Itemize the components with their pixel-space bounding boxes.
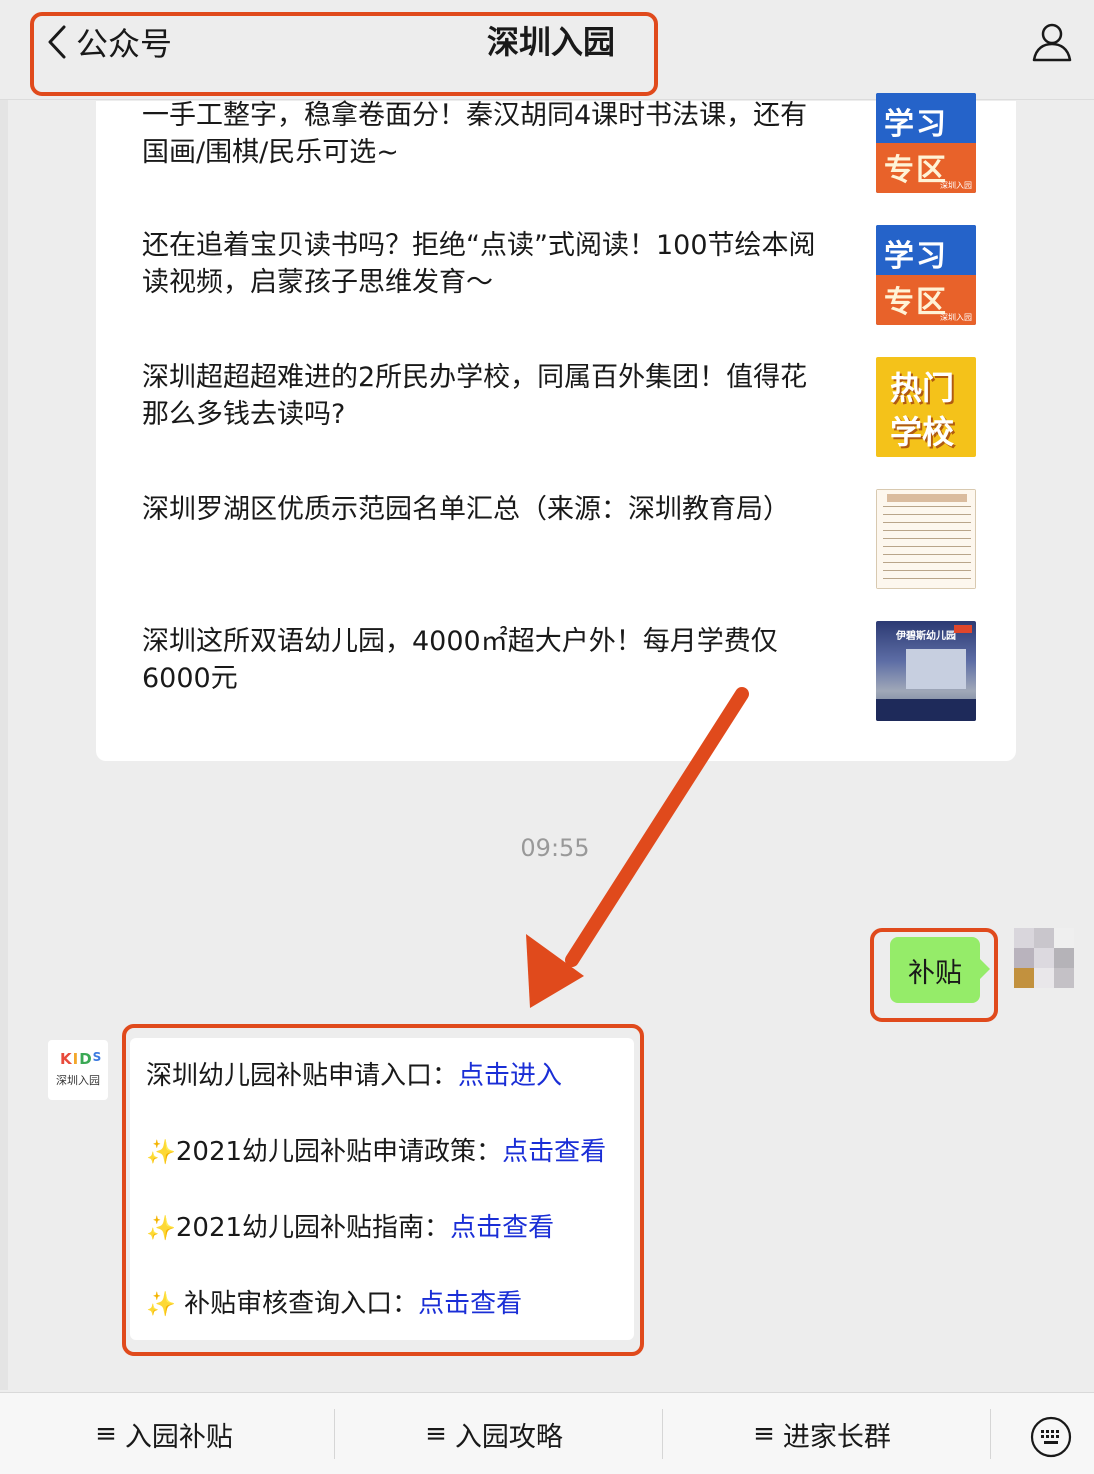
menu-item-guide[interactable]: ≡ 入园攻略	[330, 1393, 658, 1474]
thumbnail-text: 学习	[884, 239, 948, 274]
thumbnail-text: 专区	[884, 285, 948, 320]
article-title: 深圳这所双语幼儿园，4000㎡超大户外！每月学费仅6000元	[142, 626, 778, 694]
article-item[interactable]: 还在追着宝贝读书吗？拒绝“点读”式阅读！100节绘本阅读视频，启蒙孩子思维发育～…	[142, 225, 976, 325]
back-button[interactable]: 公众号	[46, 22, 173, 63]
menu-divider	[990, 1409, 991, 1459]
thumbnail-text: 热门	[890, 369, 955, 407]
apply-entry-link[interactable]: 点击进入	[458, 1061, 562, 1091]
reply-line: ✨2021幼儿园补贴申请政策：点击查看	[146, 1132, 606, 1172]
menu-icon: ≡	[753, 1419, 775, 1449]
sparkles-icon: ✨	[146, 1214, 176, 1242]
thumbnail-text: 学习	[884, 107, 948, 142]
reply-text: 补贴审核查询入口：	[175, 1289, 419, 1319]
keyboard-icon	[1030, 1416, 1072, 1458]
chevron-left-icon	[48, 25, 66, 59]
article-title: 深圳罗湖区优质示范园名单汇总（来源：深圳教育局）	[142, 494, 790, 525]
menu-icon: ≡	[95, 1419, 117, 1449]
article-title: 一手工整字，稳拿卷面分！秦汉胡同4课时书法课，还有国画/围棋/民乐可选~	[142, 100, 808, 168]
article-thumbnail: 学习 专区 深圳入园	[876, 225, 976, 325]
menu-item-label: 入园攻略	[454, 1421, 563, 1453]
menu-icon: ≡	[425, 1419, 447, 1449]
thumbnail-watermark: 深圳入园	[940, 181, 972, 190]
article-list-card: 一手工整字，稳拿卷面分！秦汉胡同4课时书法课，还有国画/围棋/民乐可选~ 学习 …	[96, 93, 1016, 761]
thumbnail-text: 专区	[884, 153, 948, 188]
article-item[interactable]: 深圳超超超难进的2所民办学校，同属百外集团！值得花那么多钱去读吗? 热门 学校	[142, 357, 976, 457]
back-label: 公众号	[76, 25, 173, 63]
keyboard-toggle-button[interactable]	[1030, 1416, 1072, 1458]
kids-logo: KIDS	[60, 1050, 103, 1068]
reply-text: 2021幼儿园补贴申请政策：	[175, 1137, 503, 1167]
policy-link[interactable]: 点击查看	[502, 1137, 606, 1167]
article-item[interactable]: 深圳这所双语幼儿园，4000㎡超大户外！每月学费仅6000元 伊碧斯幼儿园	[142, 621, 976, 721]
review-query-link[interactable]: 点击查看	[418, 1289, 522, 1319]
article-thumbnail: 伊碧斯幼儿园	[876, 621, 976, 721]
menu-item-subsidy[interactable]: ≡ 入园补贴	[0, 1393, 328, 1474]
article-title: 深圳超超超难进的2所民办学校，同属百外集团！值得花那么多钱去读吗?	[142, 362, 808, 430]
article-item[interactable]: 一手工整字，稳拿卷面分！秦汉胡同4课时书法课，还有国画/围棋/民乐可选~ 学习 …	[142, 93, 976, 193]
my-avatar[interactable]	[1014, 928, 1074, 988]
avatar-caption: 深圳入园	[56, 1074, 100, 1087]
menu-item-parent-group[interactable]: ≡ 进家长群	[658, 1393, 986, 1474]
page-title: 深圳入园	[487, 23, 616, 61]
article-thumbnail	[876, 489, 976, 589]
thumbnail-watermark: 深圳入园	[940, 313, 972, 322]
thumbnail-text: 伊碧斯幼儿园	[896, 631, 956, 642]
menu-item-label: 进家长群	[782, 1421, 891, 1453]
article-item[interactable]: 深圳罗湖区优质示范园名单汇总（来源：深圳教育局）	[142, 489, 976, 589]
guide-link[interactable]: 点击查看	[450, 1213, 554, 1243]
reply-text: 2021幼儿园补贴指南：	[175, 1213, 451, 1243]
article-thumbnail: 学习 专区 深圳入园	[876, 93, 976, 193]
sent-message-bubble[interactable]: 补贴	[890, 937, 990, 1003]
sparkles-icon: ✨	[146, 1290, 176, 1318]
sent-message-text: 补贴	[908, 957, 962, 989]
article-thumbnail: 热门 学校	[876, 357, 976, 457]
reply-text: 深圳幼儿园补贴申请入口：	[146, 1061, 459, 1091]
article-title: 还在追着宝贝读书吗？拒绝“点读”式阅读！100节绘本阅读视频，启蒙孩子思维发育～	[142, 230, 816, 298]
reply-line: ✨2021幼儿园补贴指南：点击查看	[146, 1208, 554, 1248]
sparkles-icon: ✨	[146, 1138, 176, 1166]
window-edge	[0, 0, 8, 1390]
message-timestamp: 09:55	[520, 834, 590, 862]
received-message-bubble: 深圳幼儿园补贴申请入口：点击进入 ✨2021幼儿园补贴申请政策：点击查看 ✨20…	[130, 1038, 634, 1340]
reply-line: ✨ 补贴审核查询入口：点击查看	[146, 1284, 522, 1324]
thumbnail-text: 学校	[890, 413, 955, 451]
profile-button[interactable]	[1030, 20, 1074, 64]
chat-header: 公众号 深圳入园	[0, 0, 1094, 100]
menu-item-label: 入园补贴	[124, 1421, 233, 1453]
bottom-menu-bar: ≡ 入园补贴 ≡ 入园攻略 ≡ 进家长群	[0, 1392, 1094, 1474]
reply-line: 深圳幼儿园补贴申请入口：点击进入	[146, 1056, 562, 1096]
official-account-avatar[interactable]: KIDS 深圳入园	[48, 1040, 108, 1100]
user-icon	[1032, 23, 1072, 62]
